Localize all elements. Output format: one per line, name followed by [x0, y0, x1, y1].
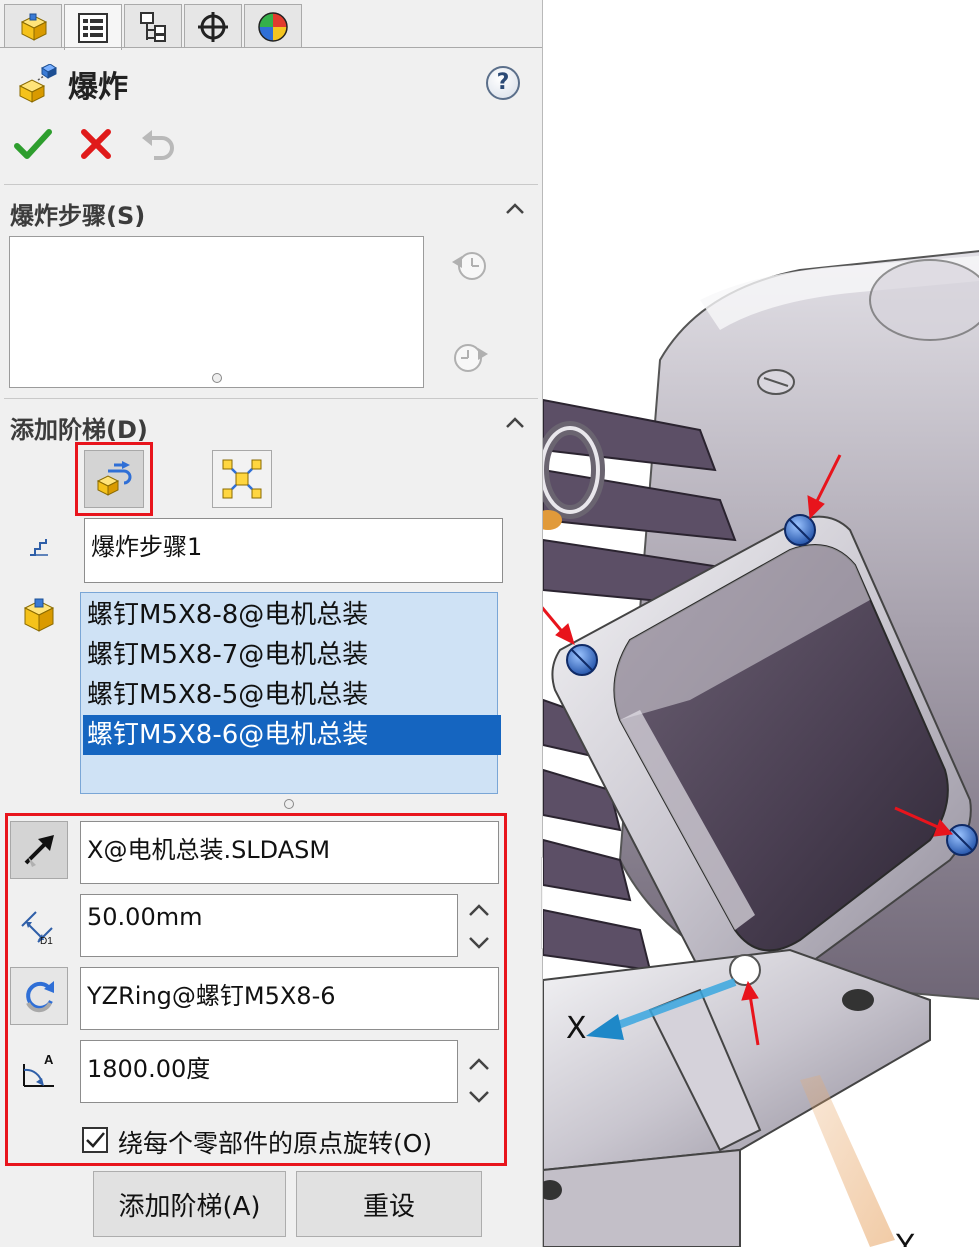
tab-dimxpert[interactable] — [184, 4, 242, 48]
explode-steps-list[interactable] — [9, 236, 424, 388]
tab-display-manager[interactable] — [244, 4, 302, 48]
section-divider — [4, 398, 538, 399]
components-list[interactable]: 螺钉M5X8-8@电机总装 螺钉M5X8-7@电机总装 螺钉M5X8-5@电机总… — [80, 592, 501, 794]
list-item[interactable]: 螺钉M5X8-8@电机总装 — [83, 595, 501, 635]
angle-badge: A — [44, 1052, 54, 1067]
x-axis-label: X — [566, 1011, 587, 1046]
list-item-selected[interactable]: 螺钉M5X8-6@电机总装 — [83, 715, 501, 755]
undo-icon — [142, 130, 174, 160]
roll-back-button[interactable] — [450, 248, 490, 288]
spin-up-icon[interactable] — [468, 903, 490, 917]
rotate-icon — [26, 981, 54, 1013]
property-manager-panel: 爆炸 ? 爆炸步骤(S) 添加阶梯(D) 爆炸步骤1 螺钉M5X8-8@电机总装… — [0, 0, 543, 1247]
display-manager-icon — [258, 11, 288, 42]
distance-icon: D1 — [18, 904, 60, 950]
rotation-axis-button[interactable] — [10, 967, 68, 1025]
motor-assembly-model: X Y — [543, 250, 979, 1247]
ok-button[interactable] — [14, 128, 52, 166]
explode-steps-heading: 爆炸步骤(S) — [10, 202, 146, 230]
angle-spinner[interactable] — [462, 1047, 496, 1113]
direction-field[interactable]: X@电机总装.SLDASM — [80, 821, 499, 884]
tab-property-manager[interactable] — [64, 4, 122, 50]
spin-down-icon[interactable] — [468, 936, 490, 950]
component-icon — [22, 598, 56, 638]
explode-feature-icon — [16, 63, 58, 108]
x-icon — [81, 129, 111, 159]
step-name-icon — [28, 536, 50, 562]
collapse-add-step-button[interactable] — [504, 412, 526, 438]
distance-field[interactable]: 50.00mm — [80, 894, 458, 957]
spin-down-icon[interactable] — [468, 1090, 490, 1104]
list-item[interactable]: 螺钉M5X8-5@电机总装 — [83, 675, 501, 715]
section-divider — [4, 184, 538, 185]
resize-handle[interactable] — [212, 373, 222, 383]
direction-arrow-icon — [24, 835, 54, 867]
chevron-up-icon — [506, 203, 524, 214]
collapse-explode-steps-button[interactable] — [504, 198, 526, 224]
step-name-field[interactable]: 爆炸步骤1 — [84, 518, 503, 583]
roll-back-icon — [452, 252, 486, 280]
rotate-about-origin-label[interactable]: 绕每个零部件的原点旋转(O) — [118, 1124, 432, 1160]
undo-button[interactable] — [140, 128, 178, 166]
tab-configuration-manager[interactable] — [124, 4, 182, 48]
list-item[interactable]: 螺钉M5X8-7@电机总装 — [83, 635, 501, 675]
checkmark-icon — [86, 1132, 105, 1148]
y-axis-label: Y — [895, 1229, 915, 1247]
roll-forward-button[interactable] — [450, 340, 490, 380]
configuration-manager-icon — [140, 11, 166, 42]
resize-handle[interactable] — [284, 799, 294, 809]
rotate-about-origin-checkbox[interactable] — [82, 1127, 108, 1153]
angle-icon: A — [18, 1050, 60, 1096]
dimxpert-icon — [198, 11, 228, 42]
add-step-heading: 添加阶梯(D) — [10, 416, 148, 444]
property-manager-icon — [78, 12, 108, 43]
spin-up-icon[interactable] — [468, 1057, 490, 1071]
regular-step-button[interactable] — [84, 450, 144, 508]
feature-manager-icon — [20, 13, 48, 41]
reset-button[interactable]: 重设 — [296, 1171, 482, 1237]
rotation-axis-field[interactable]: YZRing@螺钉M5X8-6 — [80, 967, 499, 1030]
radial-step-icon — [222, 459, 262, 499]
regular-step-icon — [96, 461, 132, 496]
add-step-button[interactable]: 添加阶梯(A) — [93, 1171, 286, 1237]
panel-title: 爆炸 — [68, 70, 128, 105]
dim-badge: D1 — [40, 936, 53, 946]
chevron-up-icon — [506, 417, 524, 428]
tab-feature-manager[interactable] — [4, 4, 62, 48]
direction-select-button[interactable] — [10, 821, 68, 879]
distance-spinner[interactable] — [462, 893, 496, 959]
rotation-angle-field[interactable]: 1800.00度 — [80, 1040, 458, 1103]
radial-step-button[interactable] — [212, 450, 272, 508]
graphics-viewport[interactable]: X Y — [543, 0, 979, 1247]
check-icon — [14, 129, 52, 159]
tab-divider — [0, 47, 542, 48]
roll-forward-icon — [454, 344, 488, 372]
cancel-button[interactable] — [80, 128, 112, 164]
help-button[interactable]: ? — [486, 66, 520, 100]
